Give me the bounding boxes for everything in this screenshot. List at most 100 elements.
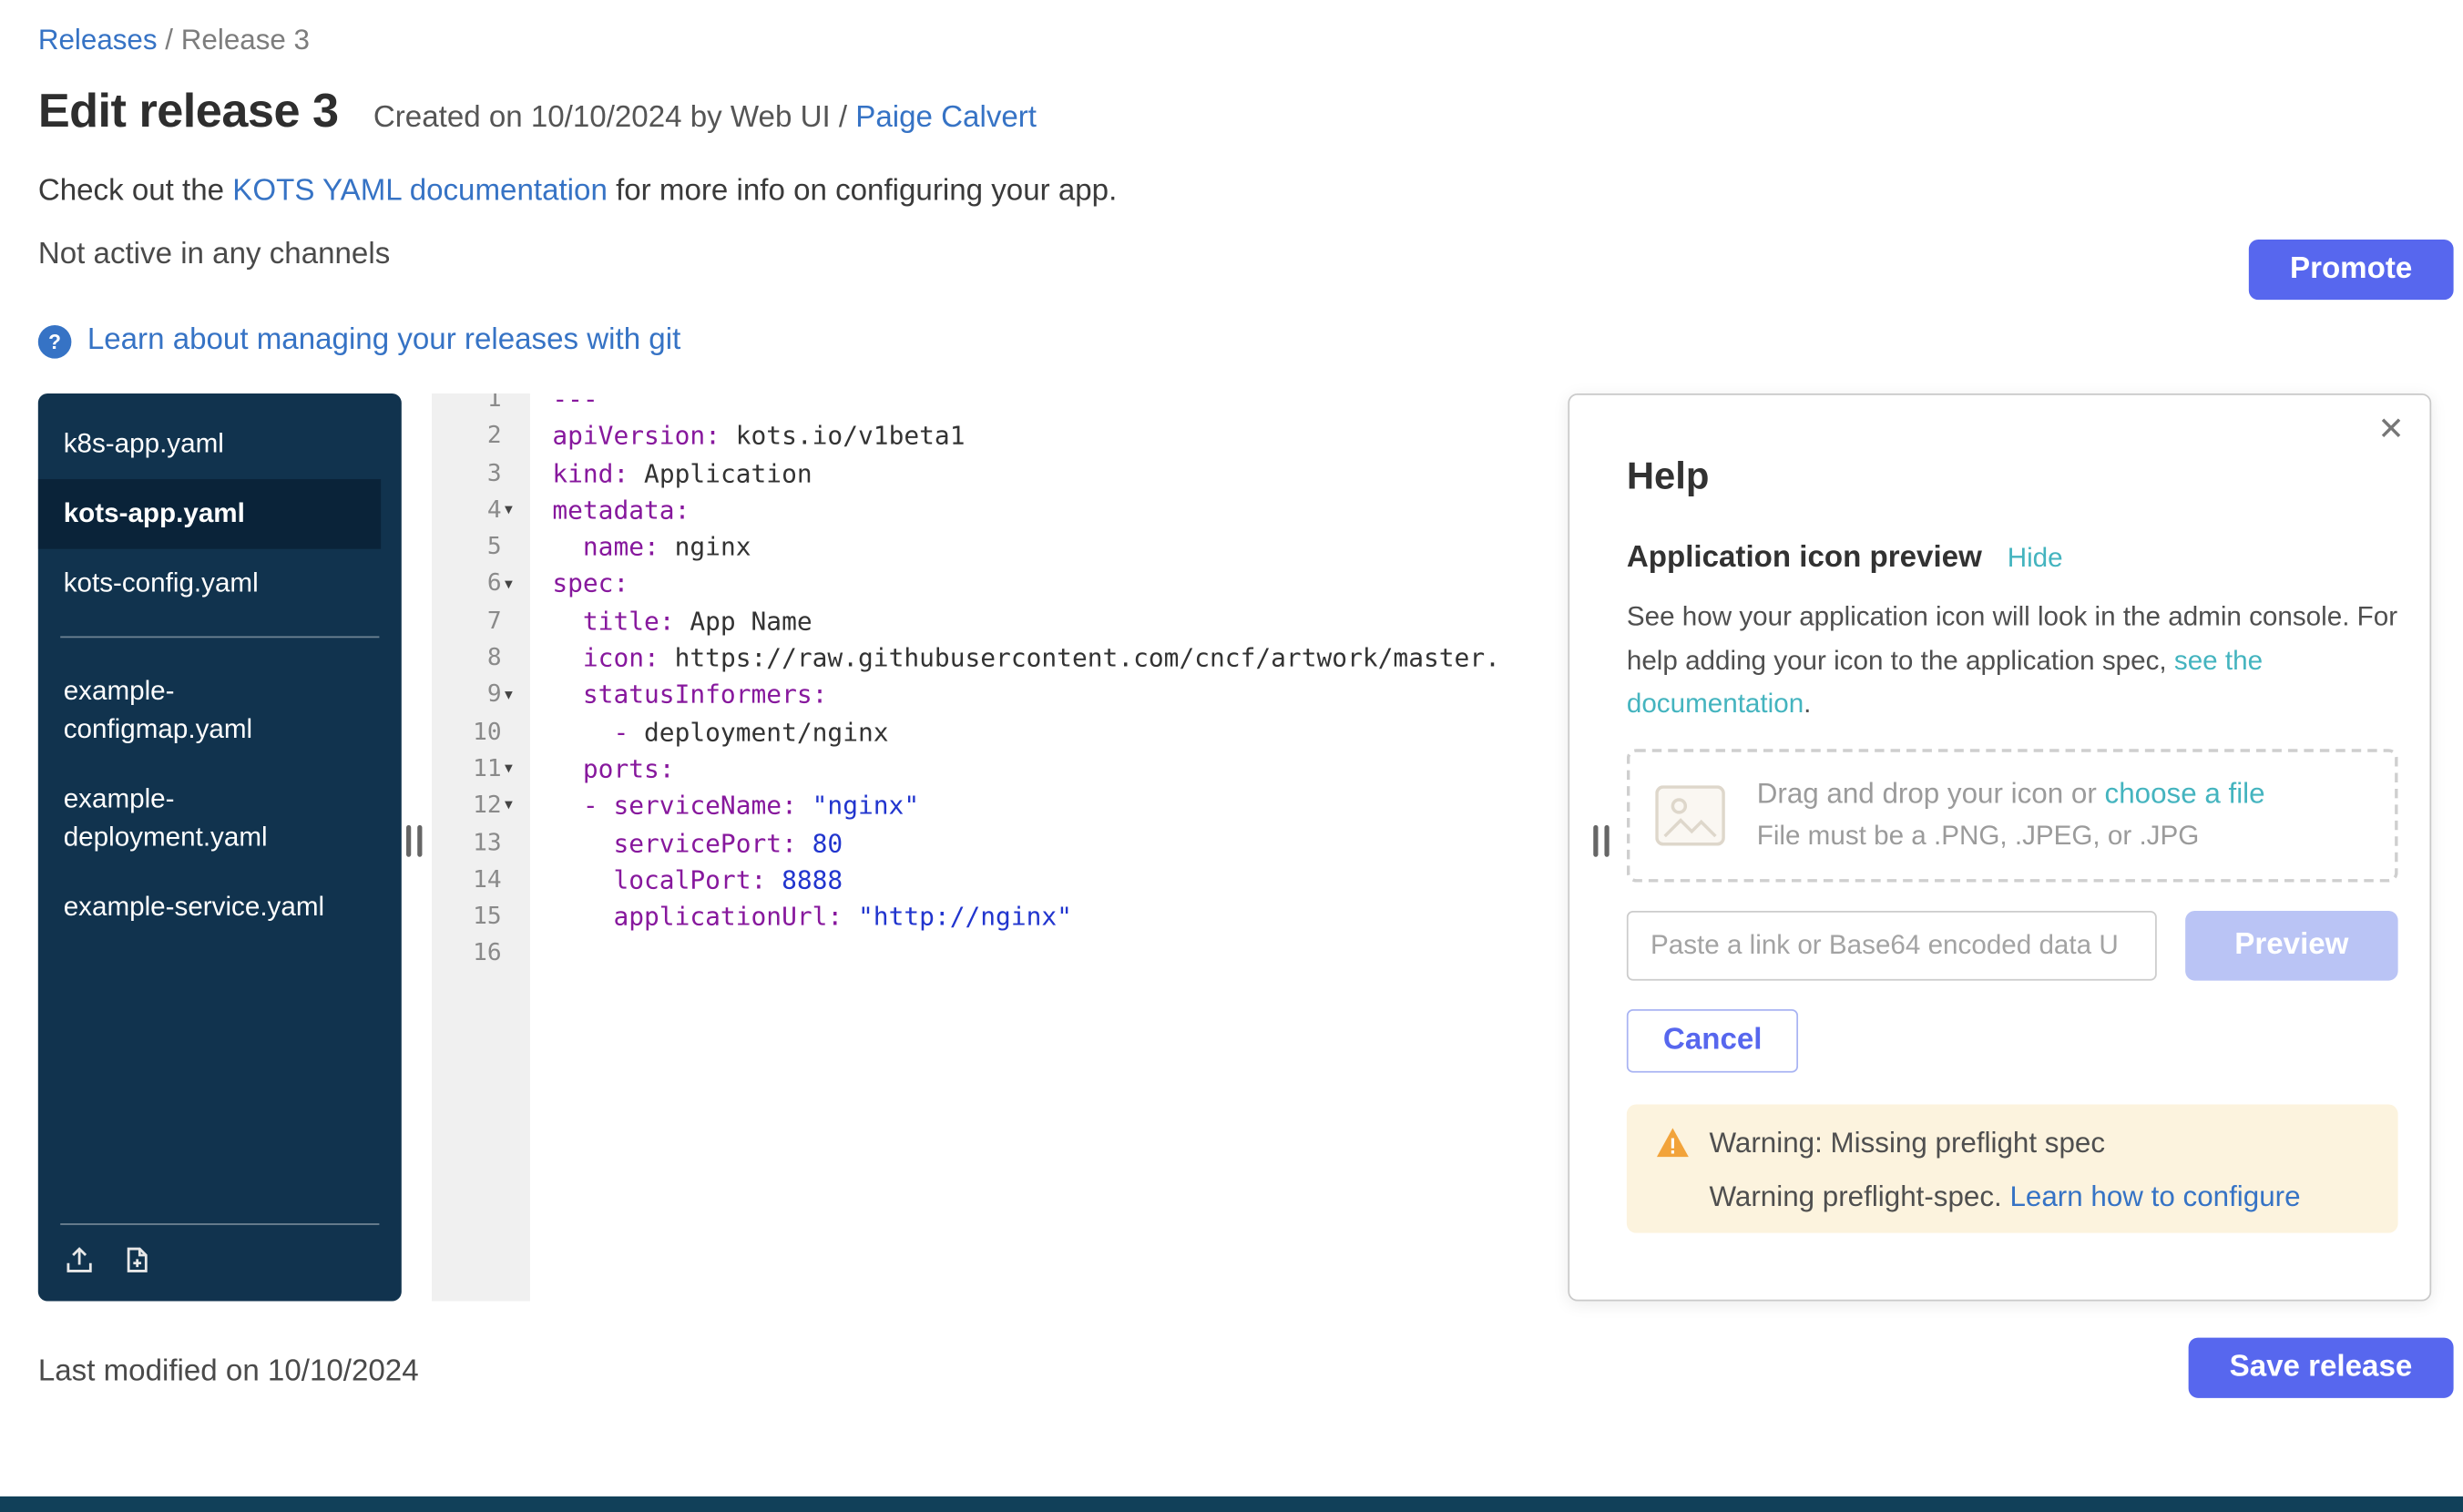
git-help-row: ? Learn about managing your releases wit… (38, 323, 2425, 358)
code-text[interactable]: ports: (530, 751, 675, 788)
code-text[interactable]: icon: https://raw.githubusercontent.com/… (530, 639, 1500, 677)
promote-button[interactable]: Promote (2249, 240, 2454, 300)
page-footer: Last modified on 10/10/2024 Save release (0, 1320, 2463, 1415)
page-header: Releases / Release 3 Edit release 3 Crea… (0, 24, 2463, 359)
file-list: k8s-app.yamlkots-app.yamlkots-config.yam… (38, 393, 402, 1223)
fold-toggle-icon[interactable]: ▾ (505, 797, 524, 814)
release-editor-area: k8s-app.yamlkots-app.yamlkots-config.yam… (0, 393, 2463, 1302)
kots-yaml-doc-link[interactable]: KOTS YAML documentation (232, 175, 608, 209)
fold-toggle-icon[interactable]: ▾ (505, 761, 524, 778)
icon-preview-section-header: Application icon preview Hide (1627, 541, 2398, 576)
close-icon[interactable]: ✕ (2377, 414, 2404, 446)
new-file-icon[interactable] (120, 1244, 152, 1276)
file-item[interactable]: example-deployment.yaml (38, 765, 402, 873)
code-text[interactable]: statusInformers: (530, 677, 827, 714)
code-text[interactable]: kind: Application (530, 455, 812, 492)
preflight-warning-box: Warning: Missing preflight spec Warning … (1627, 1104, 2398, 1232)
author-link[interactable]: Paige Calvert (855, 101, 1037, 135)
icon-preview-title: Application icon preview (1627, 541, 1982, 576)
breadcrumb: Releases / Release 3 (38, 24, 2425, 57)
line-number: 14 (473, 862, 501, 899)
breadcrumb-separator: / (165, 24, 173, 56)
fold-toggle-icon[interactable]: ▾ (505, 501, 524, 518)
icon-preview-description: See how your application icon will look … (1627, 595, 2398, 726)
import-file-icon[interactable] (64, 1244, 96, 1276)
fold-toggle-icon[interactable]: ▾ (505, 576, 524, 593)
warning-triangle-icon (1655, 1127, 1690, 1159)
line-number: 8 (487, 639, 502, 677)
breadcrumb-releases-link[interactable]: Releases (38, 24, 158, 56)
line-number: 7 (487, 603, 502, 640)
file-item[interactable]: k8s-app.yaml (38, 409, 402, 478)
line-number: 11 (473, 751, 501, 788)
question-circle-icon[interactable]: ? (38, 324, 72, 358)
last-modified-text: Last modified on 10/10/2024 (38, 1320, 2425, 1390)
description-text: See how your application icon will look … (1627, 601, 2397, 675)
code-text[interactable]: name: nginx (530, 528, 751, 566)
line-number: 9 (487, 677, 502, 714)
breadcrumb-current: Release 3 (181, 24, 310, 56)
line-number: 16 (473, 935, 501, 973)
file-item[interactable]: example-configmap.yaml (38, 658, 402, 765)
code-text[interactable]: metadata: (530, 492, 690, 529)
line-number: 6 (487, 566, 502, 603)
doc-info-suffix: for more info on configuring your app. (608, 175, 1117, 209)
line-number: 15 (473, 898, 501, 935)
code-text[interactable]: - deployment/nginx (530, 713, 889, 751)
code-text[interactable]: title: App Name (530, 603, 812, 640)
created-info: Created on 10/10/2024 by Web UI / Paige … (373, 101, 1037, 136)
dropzone-hint: File must be a .PNG, .JPEG, or .JPG (1757, 821, 2265, 853)
help-panel: ✕ Help Application icon preview Hide See… (1568, 393, 2431, 1302)
code-text[interactable]: apiVersion: kots.io/v1beta1 (530, 418, 966, 455)
choose-file-link[interactable]: choose a file (2105, 778, 2265, 810)
bottom-bar (0, 1497, 2463, 1512)
cancel-button[interactable]: Cancel (1627, 1008, 1799, 1072)
page-title: Edit release 3 (38, 86, 339, 139)
learn-configure-link[interactable]: Learn how to configure (2009, 1180, 2300, 1211)
help-panel-title: Help (1627, 455, 2398, 500)
file-list-divider (60, 637, 379, 639)
dropzone-text: Drag and drop your icon or choose a file (1757, 778, 2265, 812)
icon-url-input[interactable] (1627, 910, 2157, 980)
editor-panel-resize-handle[interactable] (1593, 825, 1609, 857)
line-number: 1 (487, 393, 502, 418)
file-sidebar: k8s-app.yamlkots-app.yamlkots-config.yam… (38, 393, 402, 1302)
file-item[interactable]: example-service.yaml (38, 872, 402, 941)
preview-button[interactable]: Preview (2185, 910, 2397, 980)
icon-url-row: Preview (1627, 910, 2398, 980)
line-number: 4 (487, 492, 502, 529)
line-number: 2 (487, 418, 502, 455)
code-text[interactable]: spec: (530, 566, 629, 603)
git-releases-help-link[interactable]: Learn about managing your releases with … (87, 323, 680, 358)
save-release-button[interactable]: Save release (2188, 1338, 2453, 1398)
fold-toggle-icon[interactable]: ▾ (505, 686, 524, 703)
hide-link[interactable]: Hide (2008, 543, 2063, 575)
icon-dropzone[interactable]: Drag and drop your icon or choose a file… (1627, 749, 2398, 882)
code-text[interactable]: servicePort: 80 (530, 824, 843, 862)
code-text[interactable]: applicationUrl: "http://nginx" (530, 898, 1072, 935)
doc-info-line: Check out the KOTS YAML documentation fo… (38, 175, 2425, 209)
file-item[interactable]: kots-app.yaml (38, 479, 381, 548)
warning-title: Warning: Missing preflight spec (1709, 1126, 2105, 1160)
line-number: 12 (473, 788, 501, 825)
title-row: Edit release 3 Created on 10/10/2024 by … (38, 86, 2425, 139)
code-text[interactable]: localPort: 8888 (530, 862, 843, 899)
line-number: 5 (487, 528, 502, 566)
code-text[interactable]: - serviceName: "nginx" (530, 788, 919, 825)
image-placeholder-icon (1655, 785, 1725, 845)
code-text[interactable] (530, 935, 552, 973)
warning-detail: Warning preflight-spec. Learn how to con… (1709, 1180, 2369, 1213)
created-text: Created on 10/10/2024 by Web UI / (373, 101, 847, 135)
line-number: 13 (473, 824, 501, 862)
sidebar-bottom (38, 1223, 402, 1301)
sidebar-editor-resize-handle[interactable] (406, 825, 422, 857)
channel-status: Not active in any channels (38, 238, 2425, 272)
dropzone-text-block: Drag and drop your icon or choose a file… (1757, 778, 2265, 853)
file-list-top: k8s-app.yamlkots-app.yamlkots-config.yam… (38, 409, 402, 618)
file-item[interactable]: kots-config.yaml (38, 548, 402, 618)
page: Releases / Release 3 Edit release 3 Crea… (0, 24, 2463, 1512)
code-text[interactable]: --- (530, 393, 598, 418)
file-list-bottom: example-configmap.yamlexample-deployment… (38, 658, 402, 942)
doc-info-prefix: Check out the (38, 175, 232, 209)
line-number: 10 (473, 713, 501, 751)
